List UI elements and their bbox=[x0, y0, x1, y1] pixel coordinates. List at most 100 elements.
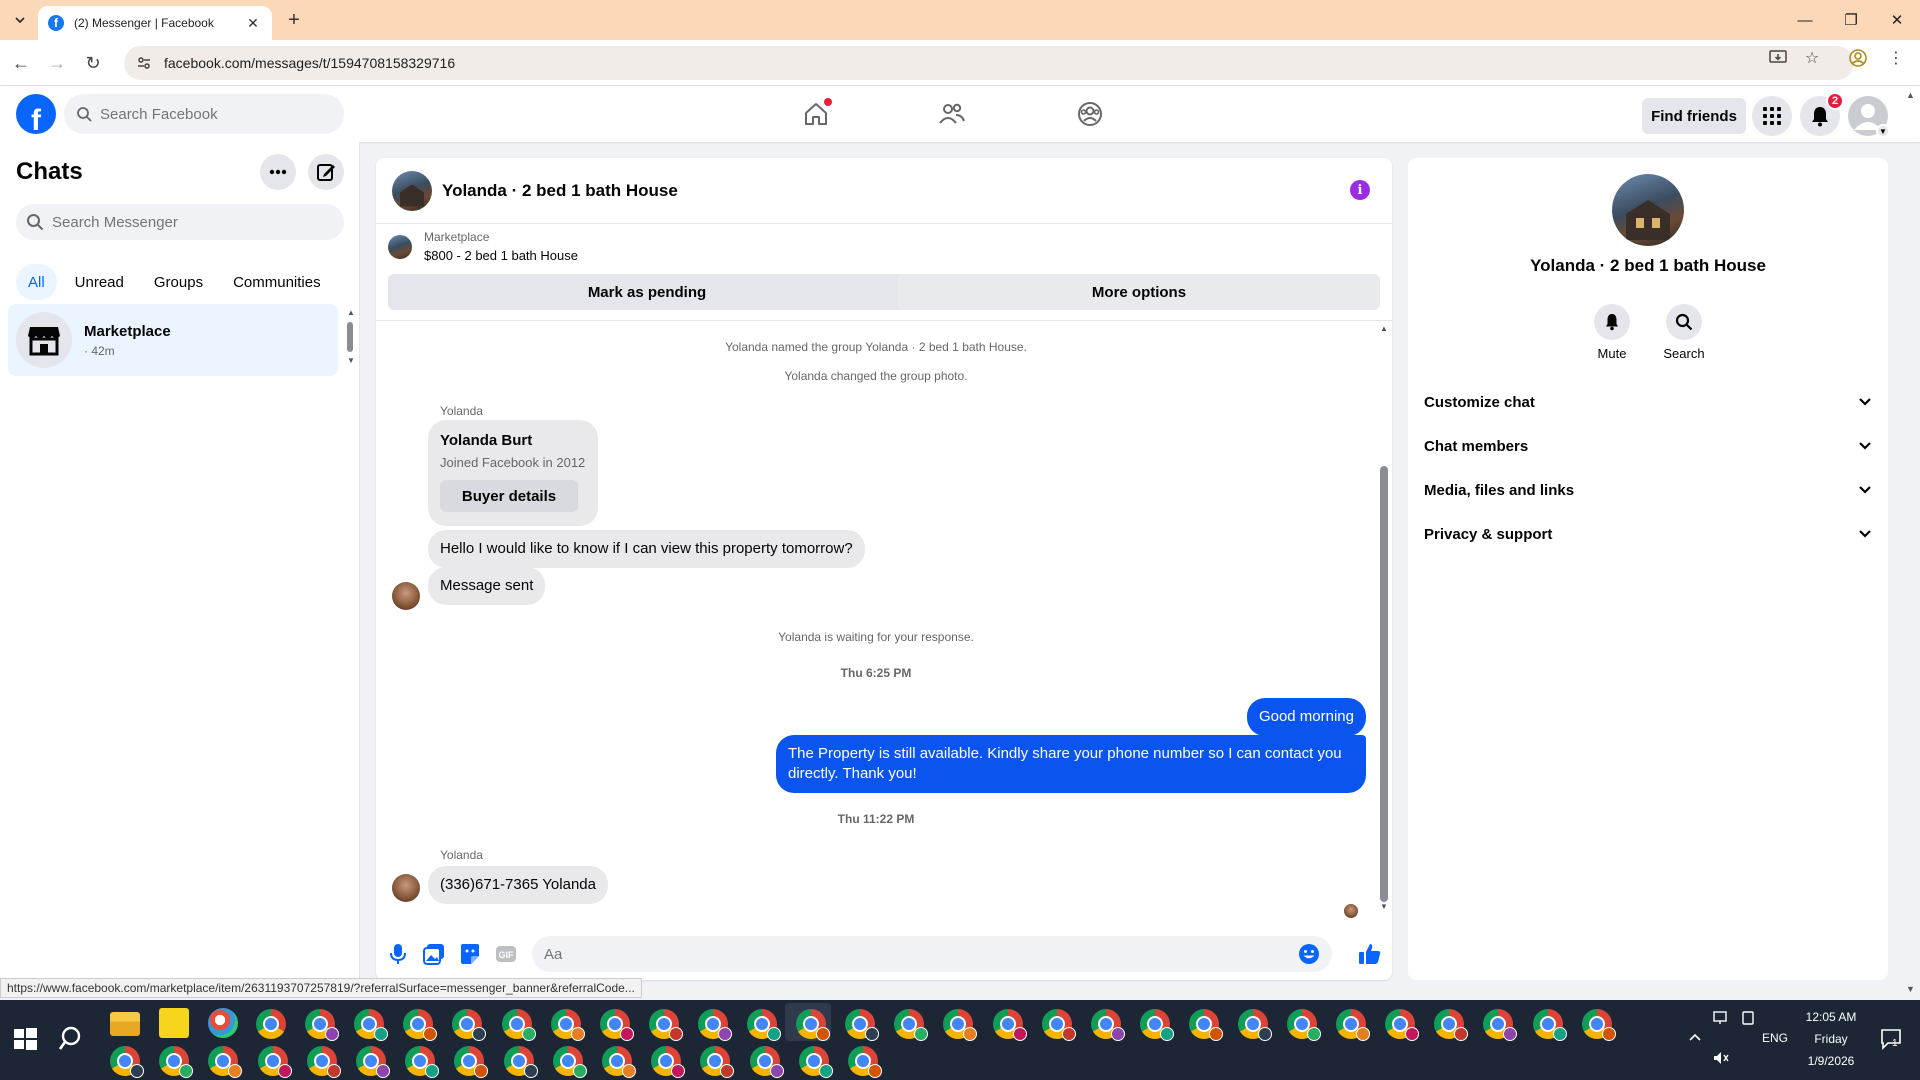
sender-avatar[interactable] bbox=[392, 874, 420, 902]
chrome-taskbar-icon[interactable] bbox=[208, 1046, 242, 1078]
marketplace-listing-banner[interactable]: Marketplace $800 - 2 bed 1 bath House bbox=[388, 230, 578, 263]
chrome-taskbar-icon[interactable] bbox=[1582, 1009, 1616, 1041]
tray-chevron-up-icon[interactable] bbox=[1688, 1032, 1702, 1042]
page-scroll-up-arrow[interactable]: ▲ bbox=[1906, 90, 1915, 100]
conversation-info-icon[interactable]: i bbox=[1350, 180, 1370, 200]
explorer-taskbar-icon[interactable] bbox=[110, 1012, 140, 1036]
chrome-taskbar-icon[interactable] bbox=[452, 1009, 486, 1041]
input-language[interactable]: ENG bbox=[1760, 1031, 1790, 1045]
windows-start-icon[interactable] bbox=[10, 1024, 40, 1054]
group-profile-photo[interactable] bbox=[1612, 174, 1684, 246]
address-bar[interactable]: facebook.com/messages/t/1594708158329716 bbox=[124, 46, 1854, 80]
chrome-taskbar-icon[interactable] bbox=[602, 1046, 636, 1078]
forward-button[interactable]: → bbox=[44, 50, 70, 76]
incoming-message[interactable]: Hello I would like to know if I can view… bbox=[428, 530, 865, 568]
chrome-taskbar-icon[interactable] bbox=[256, 1009, 286, 1039]
clock-day[interactable]: Friday bbox=[1796, 1032, 1866, 1046]
chrome-taskbar-icon[interactable] bbox=[356, 1046, 390, 1078]
chrome-taskbar-icon[interactable] bbox=[1385, 1009, 1419, 1041]
chrome-taskbar-icon[interactable] bbox=[159, 1046, 193, 1078]
chrome-taskbar-icon[interactable] bbox=[796, 1009, 830, 1041]
bookmark-star-icon[interactable]: ☆ bbox=[1802, 48, 1822, 68]
chrome-taskbar-icon[interactable] bbox=[1336, 1009, 1370, 1041]
page-scroll-down-arrow[interactable]: ▼ bbox=[1906, 984, 1915, 994]
friends-icon[interactable] bbox=[932, 94, 972, 134]
new-tab-button[interactable]: + bbox=[282, 8, 306, 32]
chrome-taskbar-icon[interactable] bbox=[305, 1009, 339, 1041]
chrome-taskbar-icon[interactable] bbox=[1483, 1009, 1517, 1041]
site-info-icon[interactable] bbox=[136, 55, 152, 71]
restore-button[interactable]: ❐ bbox=[1828, 0, 1874, 40]
chrome-taskbar-icon[interactable] bbox=[698, 1009, 732, 1041]
chrome-taskbar-icon[interactable] bbox=[258, 1046, 292, 1078]
message-input-box[interactable] bbox=[532, 936, 1332, 972]
minimize-button[interactable]: — bbox=[1782, 0, 1828, 40]
sticker-icon[interactable] bbox=[458, 942, 482, 966]
chat-options-button[interactable] bbox=[260, 154, 296, 190]
gif-icon[interactable]: GIF bbox=[494, 942, 518, 966]
conversation-scrollbar-thumb[interactable] bbox=[1380, 466, 1388, 902]
chat-list-scrollbar[interactable]: ▲ ▼ bbox=[346, 308, 355, 368]
photo-gallery-icon[interactable] bbox=[422, 942, 446, 966]
chrome-taskbar-icon[interactable] bbox=[1287, 1009, 1321, 1041]
notifications-bell-icon[interactable]: 2 bbox=[1800, 92, 1844, 136]
chrome-taskbar-icon[interactable] bbox=[551, 1009, 585, 1041]
outgoing-message[interactable]: The Property is still available. Kindly … bbox=[776, 735, 1366, 793]
notification-center-icon[interactable]: 1 bbox=[1880, 1028, 1902, 1055]
install-app-icon[interactable] bbox=[1768, 48, 1788, 68]
facebook-logo-icon[interactable]: f bbox=[16, 94, 56, 134]
chrome-taskbar-icon[interactable] bbox=[943, 1009, 977, 1041]
sticky-notes-taskbar-icon[interactable] bbox=[159, 1008, 189, 1038]
account-avatar[interactable]: ▼ bbox=[1848, 96, 1890, 138]
paint-taskbar-icon[interactable] bbox=[208, 1008, 238, 1038]
chrome-taskbar-icon[interactable] bbox=[307, 1046, 341, 1078]
chrome-taskbar-icon[interactable] bbox=[1189, 1009, 1223, 1041]
chrome-taskbar-icon[interactable] bbox=[799, 1046, 833, 1078]
chrome-taskbar-icon[interactable] bbox=[403, 1009, 437, 1041]
chat-item-marketplace[interactable]: Marketplace · 42m bbox=[8, 304, 338, 376]
taskbar-search-icon[interactable] bbox=[58, 1024, 88, 1054]
microphone-icon[interactable] bbox=[386, 942, 410, 966]
chrome-taskbar-icon[interactable] bbox=[1533, 1009, 1567, 1041]
emoji-icon[interactable] bbox=[1298, 943, 1320, 965]
messenger-search-input[interactable] bbox=[52, 213, 332, 231]
chrome-taskbar-icon[interactable] bbox=[553, 1046, 587, 1078]
thumbs-up-icon[interactable] bbox=[1358, 942, 1382, 966]
profile-icon[interactable] bbox=[1848, 48, 1868, 68]
media-files-links-row[interactable]: Media, files and links bbox=[1416, 468, 1880, 512]
customize-chat-row[interactable]: Customize chat bbox=[1416, 380, 1880, 424]
chrome-taskbar-icon[interactable] bbox=[504, 1046, 538, 1078]
filter-communities[interactable]: Communities bbox=[221, 264, 333, 300]
home-icon[interactable] bbox=[796, 94, 836, 134]
clock-time[interactable]: 12:05 AM bbox=[1796, 1010, 1866, 1024]
chrome-taskbar-icon[interactable] bbox=[651, 1046, 685, 1078]
conversation-title[interactable]: Yolanda · 2 bed 1 bath House bbox=[442, 181, 678, 201]
network-icon[interactable] bbox=[1712, 1010, 1730, 1026]
chrome-taskbar-icon[interactable] bbox=[110, 1046, 144, 1078]
browser-menu-icon[interactable]: ⋮ bbox=[1886, 48, 1906, 68]
chrome-taskbar-icon[interactable] bbox=[993, 1009, 1027, 1041]
facebook-search-input[interactable] bbox=[100, 105, 320, 123]
clock-date[interactable]: 1/9/2026 bbox=[1796, 1054, 1866, 1068]
buyer-details-button[interactable]: Buyer details bbox=[440, 480, 578, 512]
chrome-taskbar-icon[interactable] bbox=[405, 1046, 439, 1078]
chrome-taskbar-icon[interactable] bbox=[502, 1009, 536, 1041]
sender-avatar[interactable] bbox=[392, 582, 420, 610]
mark-as-pending-button[interactable]: Mark as pending bbox=[388, 274, 906, 310]
incoming-message[interactable]: Message sent bbox=[428, 567, 546, 605]
browser-tab-messenger[interactable]: f (2) Messenger | Facebook ✕ bbox=[38, 6, 272, 40]
chrome-taskbar-icon[interactable] bbox=[894, 1009, 928, 1041]
chrome-taskbar-icon[interactable] bbox=[454, 1046, 488, 1078]
chrome-taskbar-icon[interactable] bbox=[750, 1046, 784, 1078]
chrome-taskbar-icon[interactable] bbox=[1140, 1009, 1174, 1041]
search-action[interactable]: Search bbox=[1654, 304, 1714, 361]
message-input[interactable] bbox=[544, 945, 1284, 963]
mute-action[interactable]: Mute bbox=[1582, 304, 1642, 361]
filter-groups[interactable]: Groups bbox=[142, 264, 215, 300]
back-button[interactable]: ← bbox=[8, 50, 34, 76]
chrome-taskbar-icon[interactable] bbox=[1042, 1009, 1076, 1041]
volume-muted-icon[interactable] bbox=[1712, 1050, 1730, 1066]
chrome-taskbar-icon[interactable] bbox=[845, 1009, 879, 1041]
chrome-taskbar-icon[interactable] bbox=[1238, 1009, 1272, 1041]
chrome-taskbar-icon[interactable] bbox=[848, 1046, 882, 1078]
